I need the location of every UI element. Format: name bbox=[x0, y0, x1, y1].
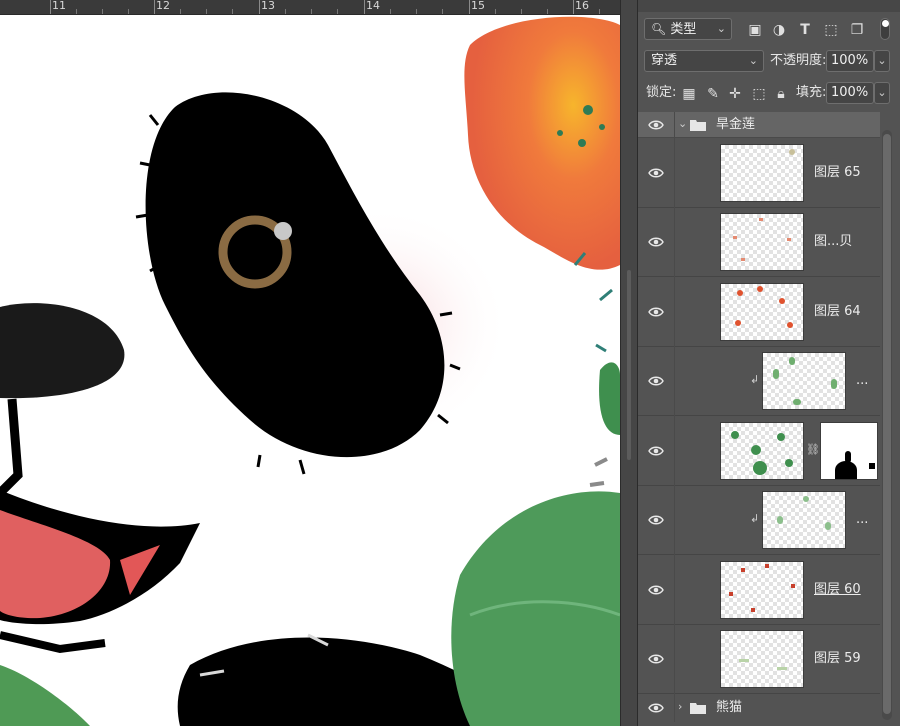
layers-scrollbar[interactable] bbox=[882, 130, 892, 720]
ruler-tick bbox=[364, 0, 365, 14]
clipping-mask-arrow-icon: ↲ bbox=[750, 373, 760, 386]
adjustment-filter-icon[interactable]: ◑ bbox=[770, 22, 788, 38]
ruler-tick bbox=[50, 0, 51, 14]
chevron-down-icon: ⌄ bbox=[748, 54, 758, 67]
layers-list: ⌄ 旱金莲 图层 65 图...贝 图层 64 ↲ ... ⛓︎ ↲ ... 图… bbox=[638, 110, 880, 726]
ruler-label: 14 bbox=[366, 0, 380, 12]
blend-mode-value: 穿透 bbox=[651, 53, 678, 68]
visibility-eye-icon[interactable] bbox=[648, 306, 664, 318]
fill-field[interactable]: 100% bbox=[826, 82, 874, 104]
ruler-label: 13 bbox=[261, 0, 275, 12]
layer-row[interactable]: 图层 64 bbox=[638, 277, 880, 347]
document-canvas[interactable] bbox=[0, 15, 620, 726]
panda-illustration bbox=[0, 16, 620, 726]
layer-group-row[interactable]: › 熊猫 bbox=[638, 694, 880, 722]
layer-name: ... bbox=[856, 512, 869, 527]
layer-mask-thumbnail[interactable] bbox=[820, 422, 878, 480]
layers-panel: 🔍︎ 类型 ⌄ ▣ ◑ T ⬚ ❐ 穿透 ⌄ 不透明度: 100% ⌄ 锁定: … bbox=[638, 0, 900, 726]
chevron-down-icon[interactable]: ⌄ bbox=[678, 117, 687, 130]
layer-row[interactable]: 图层 59 bbox=[638, 625, 880, 694]
layer-group-name: 熊猫 bbox=[716, 700, 743, 715]
layer-thumbnail bbox=[720, 144, 804, 202]
blend-mode-dropdown[interactable]: 穿透 ⌄ bbox=[644, 50, 764, 72]
blend-opacity-row: 穿透 ⌄ 不透明度: 100% ⌄ bbox=[638, 50, 900, 74]
lock-artboard-icon[interactable]: ⬚ bbox=[750, 86, 768, 102]
visibility-eye-icon[interactable] bbox=[648, 445, 664, 457]
type-filter-icon[interactable]: T bbox=[796, 22, 814, 38]
horizontal-ruler: 11 12 13 14 15 16 bbox=[0, 0, 620, 15]
layer-name: 图层 64 bbox=[814, 304, 861, 319]
visibility-eye-icon[interactable] bbox=[648, 167, 664, 179]
filter-kind-dropdown[interactable]: 🔍︎ 类型 ⌄ bbox=[644, 18, 732, 40]
shape-filter-icon[interactable]: ⬚ bbox=[822, 22, 840, 38]
opacity-field[interactable]: 100% bbox=[826, 50, 874, 72]
layer-name: 图层 60 bbox=[814, 582, 861, 597]
layer-thumbnail bbox=[762, 491, 846, 549]
visibility-eye-icon[interactable] bbox=[648, 236, 664, 248]
visibility-eye-icon[interactable] bbox=[648, 702, 664, 714]
ruler-tick bbox=[573, 0, 574, 14]
mask-link-icon[interactable]: ⛓︎ bbox=[806, 443, 820, 456]
layer-thumbnail bbox=[720, 561, 804, 619]
ruler-tick bbox=[469, 0, 470, 14]
ruler-label: 15 bbox=[471, 0, 485, 12]
visibility-eye-icon[interactable] bbox=[648, 584, 664, 596]
fill-dropdown-icon[interactable]: ⌄ bbox=[874, 82, 890, 104]
ruler-label: 11 bbox=[52, 0, 66, 12]
chevron-right-icon[interactable]: › bbox=[678, 700, 682, 713]
folder-icon bbox=[690, 703, 706, 714]
fill-label: 填充: bbox=[796, 85, 827, 100]
filter-toggle-switch[interactable] bbox=[880, 18, 890, 40]
clipping-mask-arrow-icon: ↲ bbox=[750, 512, 760, 525]
layer-name: 图...贝 bbox=[814, 234, 853, 249]
layer-row[interactable]: ↲ ... bbox=[638, 486, 880, 555]
ruler-label: 16 bbox=[575, 0, 589, 12]
lock-all-icon[interactable]: 🔒︎ bbox=[772, 86, 790, 102]
opacity-dropdown-icon[interactable]: ⌄ bbox=[874, 50, 890, 72]
lock-label: 锁定: bbox=[646, 85, 677, 100]
layer-row[interactable]: 图层 65 bbox=[638, 138, 880, 208]
lock-fill-row: 锁定: ▦ ✎ ✛ ⬚ 🔒︎ 填充: 100% ⌄ bbox=[638, 82, 900, 106]
ruler-label: 12 bbox=[156, 0, 170, 12]
layer-group-name: 旱金莲 bbox=[716, 117, 756, 132]
layer-thumbnail bbox=[720, 283, 804, 341]
visibility-eye-icon[interactable] bbox=[648, 375, 664, 387]
visibility-eye-icon[interactable] bbox=[648, 514, 664, 526]
layer-thumbnail bbox=[720, 213, 804, 271]
smart-object-filter-icon[interactable]: ❐ bbox=[848, 22, 866, 38]
layer-group-row[interactable]: ⌄ 旱金莲 bbox=[638, 112, 880, 138]
layers-scrollbar-thumb[interactable] bbox=[883, 134, 891, 714]
visibility-eye-icon[interactable] bbox=[648, 119, 664, 131]
layer-name: 图层 65 bbox=[814, 165, 861, 180]
filter-row: 🔍︎ 类型 ⌄ ▣ ◑ T ⬚ ❐ bbox=[638, 18, 900, 42]
lock-position-icon[interactable]: ✛ bbox=[726, 86, 744, 102]
layer-thumbnail bbox=[720, 422, 804, 480]
layer-name: ... bbox=[856, 373, 869, 388]
ruler-tick bbox=[154, 0, 155, 14]
layer-row[interactable]: 图...贝 bbox=[638, 208, 880, 277]
layer-row[interactable]: ↲ ... bbox=[638, 347, 880, 416]
layer-row[interactable]: ⛓︎ bbox=[638, 416, 880, 486]
filter-kind-label: 类型 bbox=[670, 22, 697, 37]
image-filter-icon[interactable]: ▣ bbox=[746, 22, 764, 38]
chevron-down-icon: ⌄ bbox=[716, 22, 726, 35]
visibility-eye-icon[interactable] bbox=[648, 653, 664, 665]
lock-image-pixels-icon[interactable]: ✎ bbox=[704, 86, 722, 102]
layer-thumbnail bbox=[720, 630, 804, 688]
lock-transparent-pixels-icon[interactable]: ▦ bbox=[680, 86, 698, 102]
canvas-scrollbar[interactable] bbox=[620, 0, 638, 726]
scrollbar-thumb[interactable] bbox=[627, 270, 631, 460]
folder-icon bbox=[690, 120, 706, 131]
search-icon: 🔍︎ bbox=[651, 22, 667, 36]
layer-thumbnail bbox=[762, 352, 846, 410]
layer-row[interactable]: 图层 60 bbox=[638, 555, 880, 625]
ruler-tick bbox=[259, 0, 260, 14]
opacity-label: 不透明度: bbox=[770, 53, 827, 68]
layer-name: 图层 59 bbox=[814, 651, 861, 666]
